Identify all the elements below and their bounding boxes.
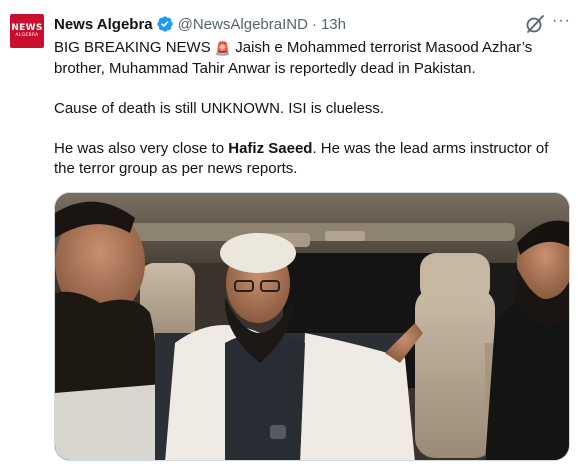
more-options-icon[interactable]: ···	[552, 13, 572, 35]
tweet-paragraph-3: He was also very close to Hafiz Saeed. H…	[54, 139, 569, 179]
avatar[interactable]: NEWS ALGEBRA	[10, 14, 44, 48]
tweet-paragraph-1: BIG BREAKING NEWS 🚨 Jaish e Mohammed ter…	[54, 38, 569, 79]
separator-dot: ·	[311, 15, 317, 33]
tweet-header: News Algebra @NewsAlgebraIND · 13h	[54, 14, 346, 34]
avatar-text-top: NEWS	[11, 22, 43, 33]
siren-emoji-icon: 🚨	[214, 41, 232, 56]
tweet-text: BIG BREAKING NEWS 🚨 Jaish e Mohammed ter…	[54, 38, 569, 179]
p3-prefix: He was also very close to	[54, 140, 229, 157]
bold-name: Hafiz Saeed	[228, 140, 313, 157]
grok-icon[interactable]	[524, 13, 546, 35]
tweet-paragraph-2: Cause of death is still UNKNOWN. ISI is …	[54, 100, 385, 117]
verified-badge-icon[interactable]	[156, 15, 174, 33]
avatar-text-bottom: ALGEBRA	[15, 32, 39, 38]
display-name[interactable]: News Algebra	[54, 16, 153, 33]
tweet-card[interactable]: NEWS ALGEBRA News Algebra @NewsAlgebraIN…	[0, 0, 578, 470]
tweet-photo[interactable]	[54, 192, 570, 461]
timestamp[interactable]: 13h	[321, 16, 346, 33]
breaking-prefix: BIG BREAKING NEWS	[54, 39, 215, 56]
photo-men-in-vehicle-icon	[55, 193, 569, 460]
handle[interactable]: @NewsAlgebraIND	[178, 16, 308, 33]
